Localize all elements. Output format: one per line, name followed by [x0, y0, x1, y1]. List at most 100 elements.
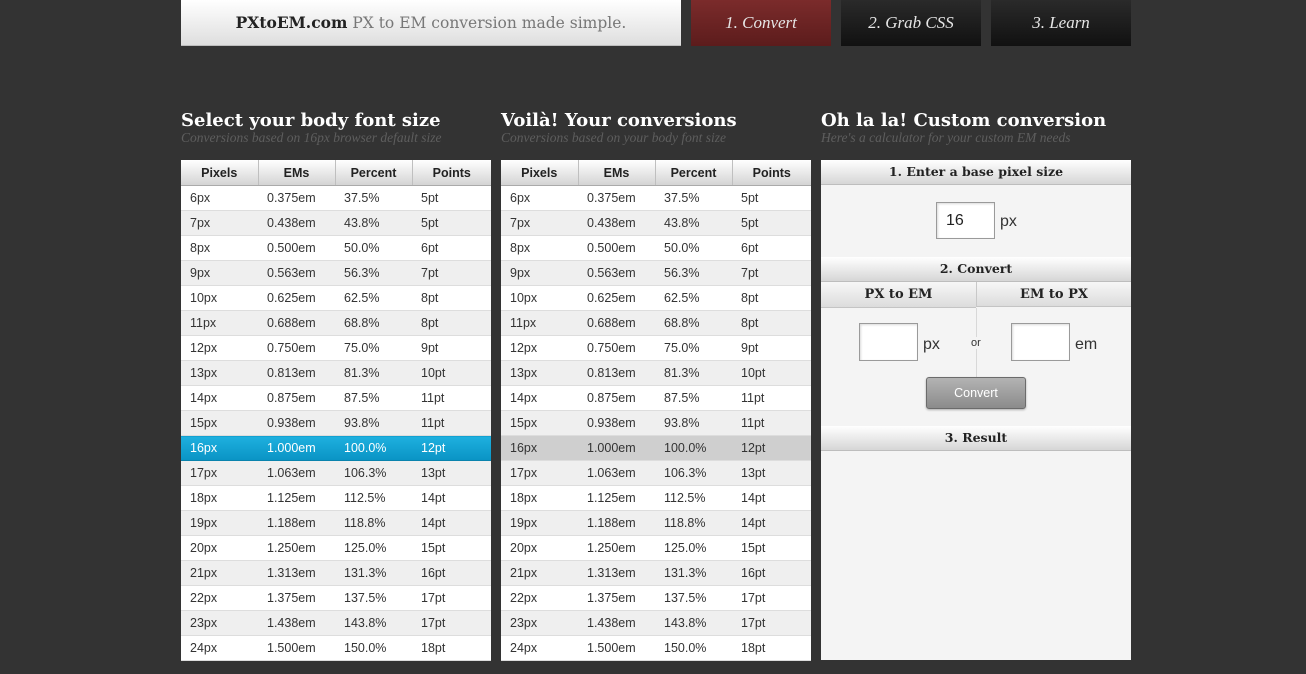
- cell-percent: 100.0%: [335, 435, 412, 461]
- px-unit-label: px: [923, 336, 940, 353]
- table-row[interactable]: 6px 0.375em 37.5% 5pt: [181, 185, 491, 211]
- cell-points: 8pt: [412, 285, 491, 311]
- table-row[interactable]: 23px 1.438em 143.8% 17pt: [181, 610, 491, 636]
- cell-points: 17pt: [732, 610, 811, 636]
- table-row[interactable]: 18px 1.125em 112.5% 14pt: [181, 485, 491, 511]
- cell-ems: 1.438em: [578, 610, 655, 636]
- custom-conversion-subtitle: Here's a calculator for your custom EM n…: [821, 130, 1071, 145]
- cell-pixels: 21px: [501, 560, 578, 586]
- cell-pixels: 10px: [501, 285, 578, 311]
- cell-pixels: 24px: [181, 635, 258, 661]
- cell-points: 14pt: [732, 485, 811, 511]
- cell-points: 11pt: [732, 385, 811, 411]
- cell-pixels: 10px: [181, 285, 258, 311]
- em-unit-label: em: [1075, 336, 1098, 353]
- cell-ems: 1.188em: [258, 510, 335, 536]
- cell-points: 16pt: [412, 560, 491, 586]
- table-row[interactable]: 22px 1.375em 137.5% 17pt: [181, 585, 491, 611]
- cell-ems: 0.875em: [258, 385, 335, 411]
- cell-ems: 0.938em: [578, 410, 655, 436]
- table-row[interactable]: 24px 1.500em 150.0% 18pt: [181, 635, 491, 661]
- cell-points: 17pt: [412, 585, 491, 611]
- table-row[interactable]: 21px 1.313em 131.3% 16pt: [181, 560, 491, 586]
- site-brand[interactable]: PXtoEM.com PX to EM conversion made simp…: [181, 0, 681, 46]
- cell-pixels: 8px: [501, 235, 578, 261]
- custom-calculator: 1. Enter a base pixel size px 2. Convert…: [821, 160, 1131, 660]
- cell-percent: 100.0%: [655, 435, 732, 461]
- table-row: 16px 1.000em 100.0% 12pt: [501, 435, 811, 461]
- table-row: 23px 1.438em 143.8% 17pt: [501, 610, 811, 636]
- cell-ems: 0.375em: [578, 185, 655, 211]
- cell-points: 5pt: [412, 210, 491, 236]
- table-row[interactable]: 10px 0.625em 62.5% 8pt: [181, 285, 491, 311]
- cell-percent: 87.5%: [335, 385, 412, 411]
- table-row: 17px 1.063em 106.3% 13pt: [501, 460, 811, 486]
- tab-grab-css[interactable]: 2. Grab CSS: [841, 0, 981, 46]
- cell-points: 7pt: [732, 260, 811, 286]
- cell-ems: 1.250em: [258, 535, 335, 561]
- convert-button[interactable]: Convert: [926, 377, 1026, 409]
- table-row[interactable]: 13px 0.813em 81.3% 10pt: [181, 360, 491, 386]
- cell-ems: 1.500em: [578, 635, 655, 661]
- column-header-ems: EMs: [578, 160, 656, 186]
- cell-points: 18pt: [412, 635, 491, 661]
- column-header-points: Points: [412, 160, 491, 186]
- cell-pixels: 6px: [501, 185, 578, 211]
- cell-ems: 1.375em: [578, 585, 655, 611]
- cell-points: 15pt: [732, 535, 811, 561]
- cell-points: 8pt: [732, 285, 811, 311]
- em-value-input[interactable]: [1011, 323, 1070, 361]
- table-row: 22px 1.375em 137.5% 17pt: [501, 585, 811, 611]
- cell-ems: 0.625em: [258, 285, 335, 311]
- table-row[interactable]: 17px 1.063em 106.3% 13pt: [181, 460, 491, 486]
- base-pixel-input[interactable]: [936, 202, 995, 239]
- cell-percent: 81.3%: [335, 360, 412, 386]
- cell-ems: 0.625em: [578, 285, 655, 311]
- cell-percent: 43.8%: [655, 210, 732, 236]
- table-row: 13px 0.813em 81.3% 10pt: [501, 360, 811, 386]
- table-row[interactable]: 16px 1.000em 100.0% 12pt: [181, 435, 491, 461]
- table-row: 18px 1.125em 112.5% 14pt: [501, 485, 811, 511]
- cell-ems: 0.750em: [578, 335, 655, 361]
- cell-points: 9pt: [412, 335, 491, 361]
- cell-points: 11pt: [412, 385, 491, 411]
- column-header-pixels: Pixels: [181, 160, 259, 186]
- cell-percent: 62.5%: [655, 285, 732, 311]
- table-row[interactable]: 9px 0.563em 56.3% 7pt: [181, 260, 491, 286]
- table-row[interactable]: 12px 0.750em 75.0% 9pt: [181, 335, 491, 361]
- table-row[interactable]: 20px 1.250em 125.0% 15pt: [181, 535, 491, 561]
- cell-percent: 93.8%: [655, 410, 732, 436]
- cell-pixels: 15px: [501, 410, 578, 436]
- cell-percent: 87.5%: [655, 385, 732, 411]
- cell-pixels: 22px: [181, 585, 258, 611]
- table-row[interactable]: 19px 1.188em 118.8% 14pt: [181, 510, 491, 536]
- tab-learn[interactable]: 3. Learn: [991, 0, 1131, 46]
- cell-ems: 0.375em: [258, 185, 335, 211]
- cell-percent: 93.8%: [335, 410, 412, 436]
- table-row: 8px 0.500em 50.0% 6pt: [501, 235, 811, 261]
- cell-ems: 1.063em: [578, 460, 655, 486]
- tab-convert[interactable]: 1. Convert: [691, 0, 831, 46]
- cell-ems: 0.563em: [258, 260, 335, 286]
- cell-ems: 1.125em: [258, 485, 335, 511]
- cell-ems: 0.563em: [578, 260, 655, 286]
- conversions-title: Voilà! Your conversions: [501, 110, 737, 131]
- cell-percent: 137.5%: [655, 585, 732, 611]
- cell-ems: 0.875em: [578, 385, 655, 411]
- table-row[interactable]: 11px 0.688em 68.8% 8pt: [181, 310, 491, 336]
- cell-ems: 1.063em: [258, 460, 335, 486]
- cell-percent: 143.8%: [335, 610, 412, 636]
- cell-points: 5pt: [732, 210, 811, 236]
- cell-percent: 150.0%: [655, 635, 732, 661]
- table-row[interactable]: 14px 0.875em 87.5% 11pt: [181, 385, 491, 411]
- cell-pixels: 8px: [181, 235, 258, 261]
- table-row: 15px 0.938em 93.8% 11pt: [501, 410, 811, 436]
- table-row[interactable]: 7px 0.438em 43.8% 5pt: [181, 210, 491, 236]
- cell-ems: 0.438em: [258, 210, 335, 236]
- cell-pixels: 18px: [501, 485, 578, 511]
- table-row[interactable]: 15px 0.938em 93.8% 11pt: [181, 410, 491, 436]
- cell-percent: 37.5%: [655, 185, 732, 211]
- px-value-input[interactable]: [859, 323, 918, 361]
- table-row[interactable]: 8px 0.500em 50.0% 6pt: [181, 235, 491, 261]
- cell-points: 11pt: [732, 410, 811, 436]
